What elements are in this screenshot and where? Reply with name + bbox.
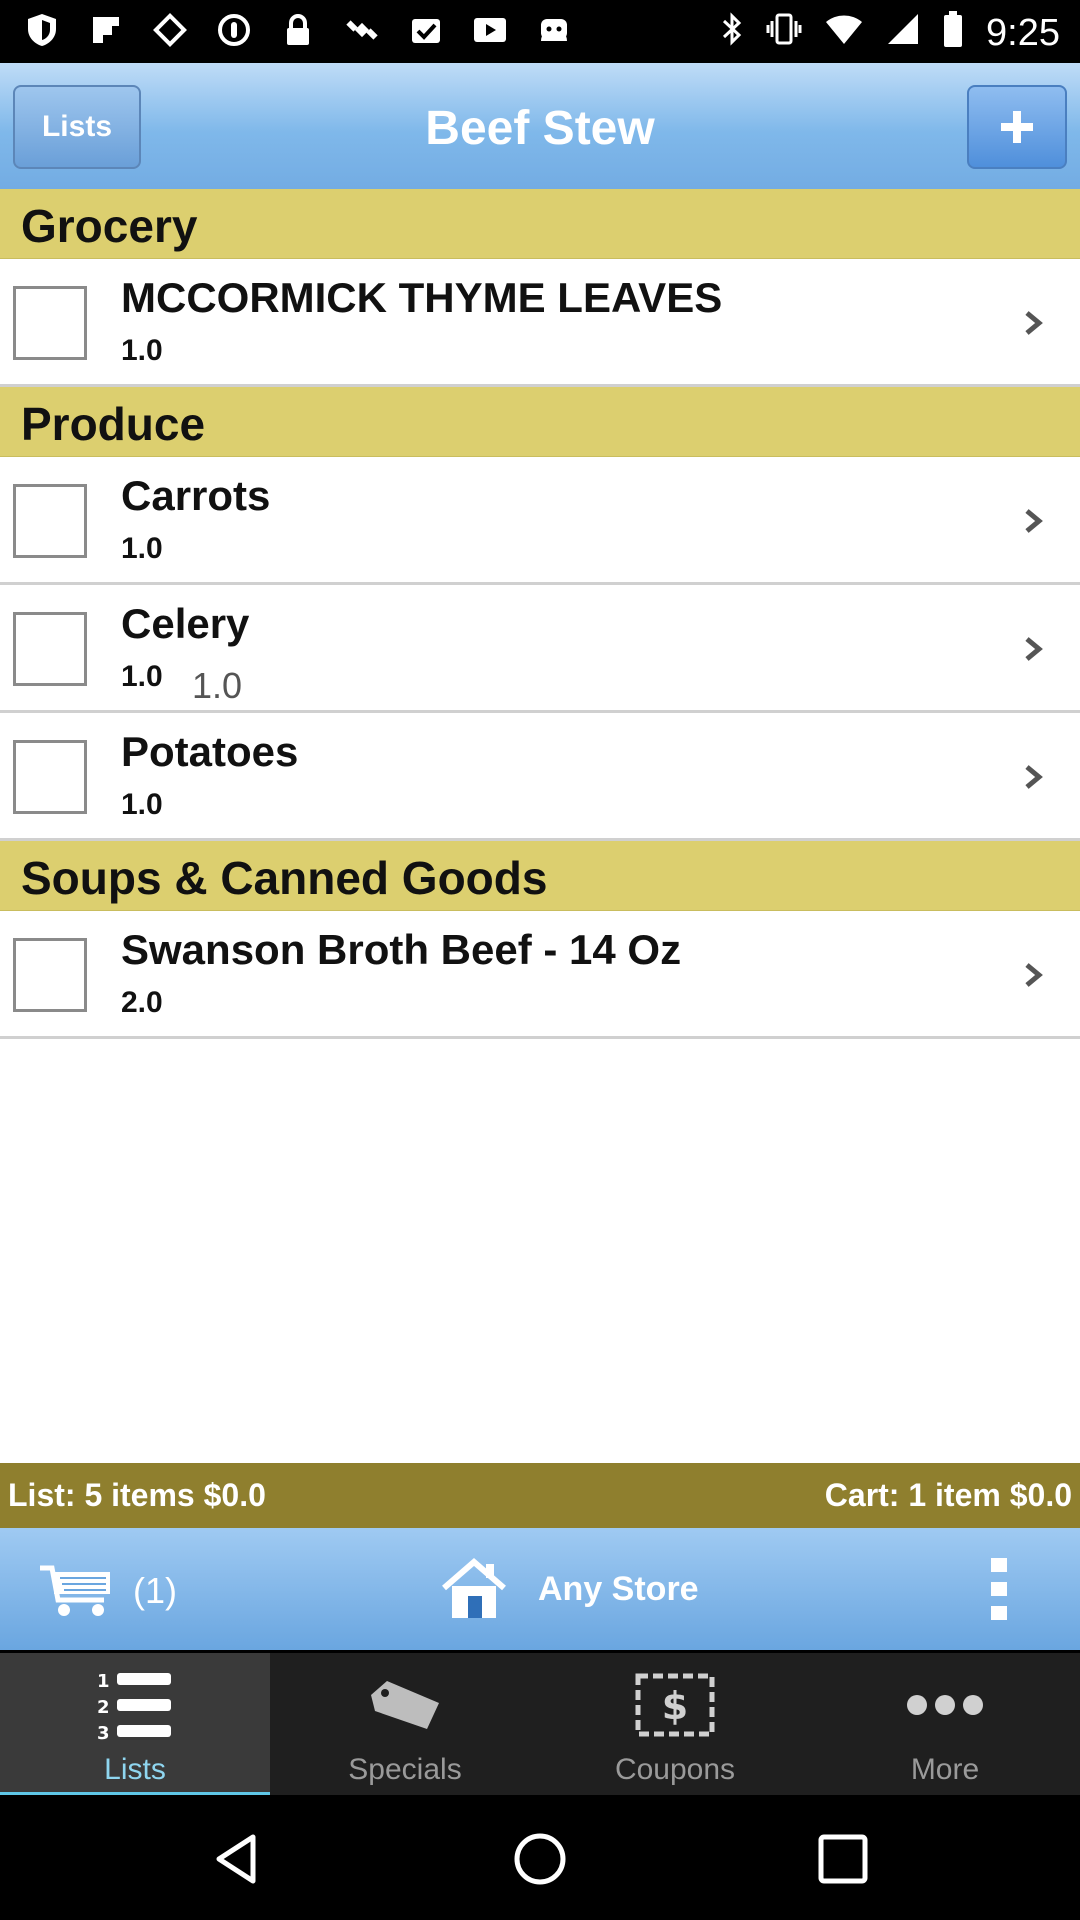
back-icon[interactable] xyxy=(209,1831,265,1887)
tab-label: Specials xyxy=(348,1753,462,1786)
svg-text:3: 3 xyxy=(97,1723,110,1743)
chevron-right-icon[interactable] xyxy=(1018,501,1048,541)
wifi-icon xyxy=(824,12,864,55)
item-checkbox[interactable] xyxy=(13,612,87,686)
tab-label: Coupons xyxy=(614,1753,736,1786)
item-name: Carrots xyxy=(121,472,271,519)
tab-label: More xyxy=(910,1753,980,1786)
signal-icon xyxy=(886,12,920,55)
home-store-icon[interactable] xyxy=(438,1556,510,1622)
shield-icon xyxy=(24,12,60,48)
item-checkbox[interactable] xyxy=(13,740,87,814)
item-price: 1.0 xyxy=(192,665,243,706)
play-icon xyxy=(472,12,508,48)
chevron-right-icon[interactable] xyxy=(1018,757,1048,797)
cart-total: Cart: 1 item $0.0 xyxy=(824,1477,1072,1513)
item-name: Potatoes xyxy=(121,728,299,775)
status-bar: 9:25 xyxy=(0,0,1080,63)
section-title: Soups & Canned Goods xyxy=(21,852,548,904)
list-item[interactable]: Celery 1.0 1.0 xyxy=(0,585,1080,713)
cart-count[interactable]: (1) xyxy=(133,1570,177,1612)
title-bar: Lists Beef Stew xyxy=(0,63,1080,189)
check-icon xyxy=(408,12,444,48)
shopping-cart-icon[interactable] xyxy=(38,1562,116,1618)
chevron-right-icon[interactable] xyxy=(1018,955,1048,995)
diamond-icon xyxy=(152,12,188,48)
record-icon xyxy=(216,12,252,48)
bluetooth-icon xyxy=(720,11,744,56)
item-quantity: 1.0 xyxy=(121,660,163,693)
section-title: Grocery xyxy=(21,200,198,252)
section-title: Produce xyxy=(21,398,206,450)
home-icon[interactable] xyxy=(512,1831,568,1887)
list-item[interactable]: Carrots 1.0 xyxy=(0,457,1080,585)
tab-specials[interactable]: Specials xyxy=(270,1653,540,1798)
lock-icon xyxy=(280,12,316,48)
clock: 9:25 xyxy=(986,12,1060,54)
recent-apps-icon[interactable] xyxy=(815,1831,871,1887)
shopping-list: Grocery MCCORMICK THYME LEAVES 1.0 Produ… xyxy=(0,189,1080,1039)
item-checkbox[interactable] xyxy=(13,484,87,558)
flipboard-icon xyxy=(88,12,124,48)
list-item[interactable]: Swanson Broth Beef - 14 Oz 2.0 xyxy=(0,911,1080,1039)
tab-coupons[interactable]: $ Coupons xyxy=(540,1653,810,1798)
list-item[interactable]: Potatoes 1.0 xyxy=(0,713,1080,841)
overflow-menu-icon[interactable] xyxy=(987,1554,1011,1624)
item-name: MCCORMICK THYME LEAVES xyxy=(121,274,723,321)
system-indicators: 9:25 xyxy=(720,10,1060,57)
item-name: Celery xyxy=(121,600,250,647)
section-header-grocery: Grocery xyxy=(0,189,1080,259)
vibrate-icon xyxy=(766,11,802,56)
numbered-list-icon: 1 2 3 xyxy=(95,1665,175,1745)
tab-lists[interactable]: 1 2 3 Lists xyxy=(0,1653,270,1798)
list-summary-bar: List: 5 items $0.0 Cart: 1 item $0.0 xyxy=(0,1463,1080,1528)
list-item[interactable]: MCCORMICK THYME LEAVES 1.0 xyxy=(0,259,1080,387)
chevron-right-icon[interactable] xyxy=(1018,303,1048,343)
svg-text:2: 2 xyxy=(97,1697,110,1718)
list-total: List: 5 items $0.0 xyxy=(8,1477,266,1513)
notification-icons xyxy=(24,12,572,48)
more-dots-icon xyxy=(905,1665,985,1745)
store-selector[interactable]: Any Store xyxy=(538,1570,699,1609)
battery-icon xyxy=(942,10,964,57)
satellite-icon xyxy=(344,12,380,48)
section-header-soups: Soups & Canned Goods xyxy=(0,841,1080,911)
system-navigation-bar xyxy=(0,1795,1080,1920)
item-name: Swanson Broth Beef - 14 Oz xyxy=(121,926,682,973)
add-item-button[interactable] xyxy=(967,85,1067,169)
tab-more[interactable]: More xyxy=(810,1653,1080,1798)
tab-label: Lists xyxy=(104,1753,166,1786)
dollar-coupon-icon: $ xyxy=(635,1665,715,1745)
item-quantity: 1.0 xyxy=(121,788,163,821)
page-title: Beef Stew xyxy=(425,102,655,155)
chevron-right-icon[interactable] xyxy=(1018,629,1048,669)
android-icon xyxy=(536,12,572,48)
svg-text:1: 1 xyxy=(97,1671,110,1692)
store-bar: (1) Any Store xyxy=(0,1528,1080,1650)
plus-icon xyxy=(1001,111,1033,143)
price-tag-icon xyxy=(365,1665,445,1745)
item-quantity: 1.0 xyxy=(121,532,163,565)
bottom-tab-bar: 1 2 3 Lists Specials $ Coupons More xyxy=(0,1650,1080,1798)
svg-text:$: $ xyxy=(662,1684,688,1728)
item-quantity: 2.0 xyxy=(121,986,163,1019)
item-checkbox[interactable] xyxy=(13,286,87,360)
item-quantity: 1.0 xyxy=(121,334,163,367)
item-checkbox[interactable] xyxy=(13,938,87,1012)
section-header-produce: Produce xyxy=(0,387,1080,457)
